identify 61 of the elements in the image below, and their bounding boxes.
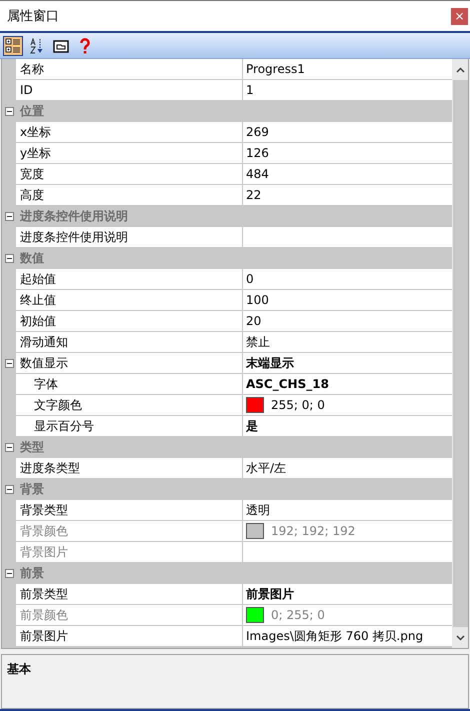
help-icon [79,38,91,54]
property-value[interactable]: ASC_CHS_18 [243,374,452,395]
category-title: 前景 [19,565,44,582]
property-value[interactable]: 末端显示 [243,353,452,374]
property-value[interactable]: 0 [243,269,452,290]
categorized-icon [5,38,21,54]
category-title: 进度条控件使用说明 [18,208,128,225]
property-value[interactable]: 1 [243,80,452,101]
description-title: 基本 [7,662,31,676]
property-pages-icon [53,38,69,52]
property-name[interactable]: 显示百分号 [16,416,243,437]
property-name[interactable]: 字体 [16,374,243,395]
property-name[interactable]: 宽度 [16,164,243,185]
property-name[interactable]: 初始值 [16,311,243,332]
minus-icon[interactable] [4,359,14,368]
minus-icon[interactable] [4,485,14,494]
category-title: 数值 [18,250,44,267]
scrollbar[interactable] [452,59,468,648]
minus-icon[interactable] [4,212,14,221]
property-name[interactable]: 高度 [16,185,243,206]
scroll-down-icon[interactable] [456,634,464,640]
property-value[interactable]: 禁止 [243,332,452,353]
toolbar-button[interactable] [3,36,23,56]
property-value[interactable]: Progress1 [243,59,452,80]
minus-icon[interactable] [4,443,14,452]
property-name[interactable]: 进度条类型 [16,458,243,479]
window-title: 属性窗口 [7,8,59,25]
property-value[interactable]: 20 [243,311,452,332]
category-title: 类型 [19,439,44,456]
property-value[interactable]: Images\圆角矩形 760 拷贝.png [243,626,452,647]
property-name[interactable]: 文字颜色 [16,395,243,416]
minus-icon[interactable] [4,107,14,116]
category-title: 背景 [18,481,44,498]
property-value[interactable]: 是 [243,416,452,437]
property-name[interactable]: 前景图片 [16,626,243,647]
minus-icon[interactable] [4,254,14,263]
property-name[interactable]: 数值显示 [16,353,243,374]
property-name[interactable]: 前景类型 [16,584,243,605]
property-name[interactable]: 背景类型 [16,500,243,521]
property-value[interactable]: 269 [243,122,452,143]
property-value[interactable]: 水平/左 [243,458,452,479]
sort-icon [29,38,45,54]
property-name[interactable]: ID [16,80,243,101]
property-name[interactable]: x坐标 [16,122,243,143]
category-title: 位置 [18,103,44,120]
property-name[interactable]: y坐标 [16,143,243,164]
property-value[interactable]: 22 [243,185,452,206]
property-name[interactable]: 起始值 [16,269,243,290]
property-value[interactable]: 255; 0; 0 [243,395,452,416]
property-value[interactable]: 484 [243,164,452,185]
property-value[interactable]: 100 [243,290,452,311]
minus-icon[interactable] [4,569,14,578]
property-name[interactable]: 名称 [16,59,243,80]
property-value[interactable]: 前景图片 [243,584,452,605]
scroll-up-icon[interactable] [456,66,464,72]
close-button[interactable]: × [451,8,468,24]
property-name[interactable]: 滑动通知 [16,332,243,353]
property-name[interactable]: 终止值 [16,290,243,311]
property-name[interactable]: 进度条控件使用说明 [16,227,243,248]
property-value[interactable]: 126 [243,143,452,164]
property-value[interactable]: 透明 [243,500,452,521]
